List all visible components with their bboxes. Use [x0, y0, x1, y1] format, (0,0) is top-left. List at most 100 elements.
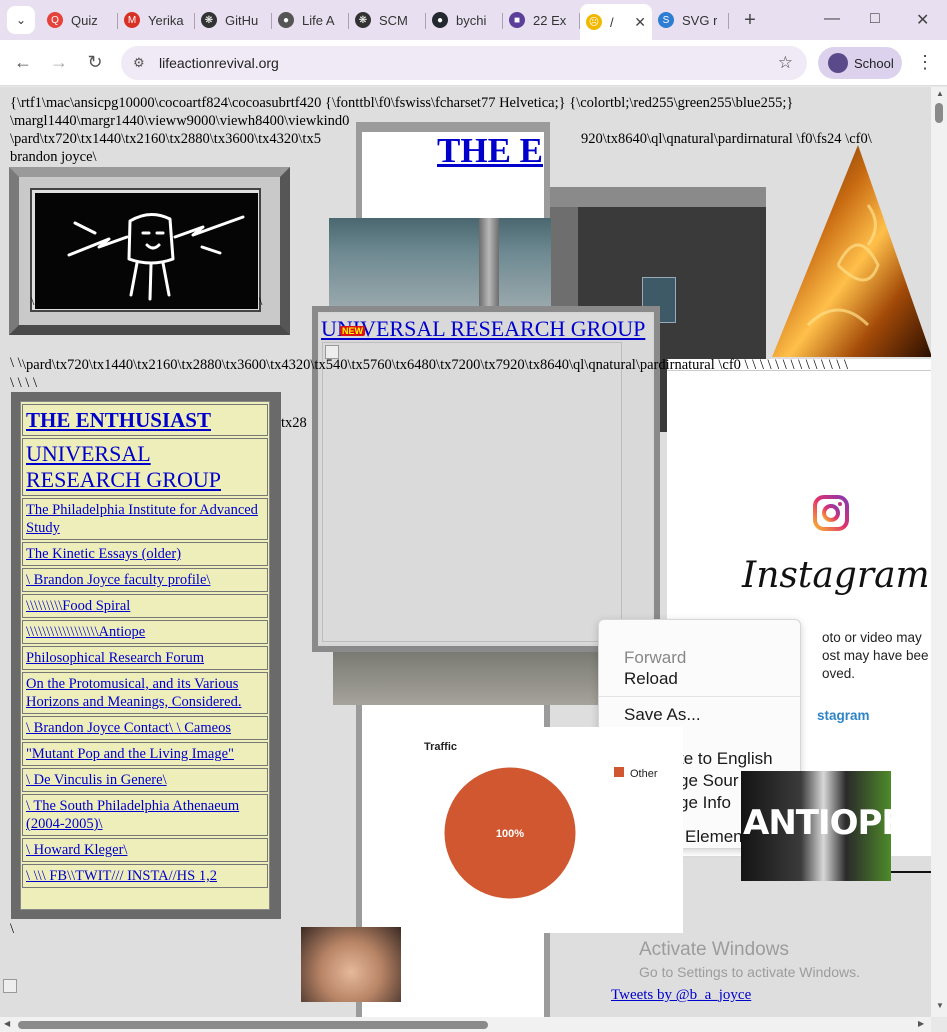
rtf-long-line: \pard\tx720\tx1440\tx2160\tx2880\tx3600\… [22, 357, 849, 373]
tab-6[interactable]: ■ 22 Ex [503, 4, 580, 36]
forward-button[interactable]: → [48, 52, 70, 73]
minimize-button[interactable]: — [824, 10, 840, 28]
tab-1[interactable]: M Yerika [118, 4, 195, 36]
menu-item-reload[interactable]: Reload [624, 669, 678, 689]
notice-line: ost may have bee [822, 648, 929, 663]
instagram-link[interactable]: stagram [817, 708, 870, 723]
nav-link[interactable]: "Mutant Pop and the Living Image" [26, 746, 234, 762]
menu-item-page-info[interactable]: ge Info [679, 793, 731, 813]
nav-cell: \\\\\\\\\Food Spiral [22, 594, 268, 618]
menu-item-view-source[interactable]: ge Sour [679, 771, 739, 791]
nav-link[interactable]: The Philadelphia Institute for Advanced … [26, 502, 258, 536]
nav-link[interactable]: Philosophical Research Forum [26, 650, 204, 666]
maximize-button[interactable]: □ [870, 10, 880, 28]
tab-search-button[interactable]: ⌄ [7, 6, 35, 34]
globe-icon: ● [278, 12, 294, 28]
menu-item-inspect[interactable]: Elemen [685, 827, 743, 847]
vertical-scroll-thumb[interactable] [935, 103, 943, 123]
nav-cell: THE ENTHUSIAST [22, 404, 268, 436]
nav-link[interactable]: \\\\\\\\\Food Spiral [26, 598, 130, 614]
github-icon: ● [432, 12, 448, 28]
tab-2[interactable]: ❋ GitHu [195, 4, 272, 36]
urg-title-link[interactable]: UNIVERSAL RESEARCH GROUP [321, 316, 645, 342]
tweets-link[interactable]: Tweets by @b_a_joyce [611, 987, 751, 1004]
tab-label: 22 Ex [533, 12, 567, 28]
arrow-left-icon: ← [14, 52, 32, 72]
new-tab-button[interactable]: + [735, 9, 765, 32]
nav-link[interactable]: \ De Vinculis in Genere\ [26, 772, 167, 788]
nav-link[interactable]: \ Howard Kleger\ [26, 842, 127, 858]
nav-link[interactable]: On the Protomusical, and its Various Hor… [26, 676, 241, 710]
close-tab-icon[interactable]: ✕ [634, 14, 646, 31]
scroll-right-arrow-icon[interactable]: ▶ [918, 1019, 924, 1028]
ocean-photo [329, 218, 551, 308]
tab-strip: ⌄ Q Quiz M Yerika ❋ GitHu ● Life A ❋ SCM ● bychi ■ 22… [0, 0, 947, 40]
enthusiast-heading-link[interactable]: THE E [437, 131, 543, 171]
tab-4[interactable]: ❋ SCM [349, 4, 426, 36]
nav-link[interactable]: \\\\\\\\\\\\\\\\\\Antiope [26, 624, 145, 640]
scroll-left-arrow-icon[interactable]: ◀ [4, 1019, 10, 1028]
robot-drawing-frame [9, 167, 290, 335]
rtf-line: {\rtf1\mac\ansicpg10000\cocoartf824\coco… [10, 95, 794, 111]
back-button[interactable]: ← [12, 52, 34, 73]
rtf-slash: \ [10, 921, 15, 937]
scroll-down-arrow-icon[interactable]: ▼ [936, 1001, 944, 1010]
notice-line: oved. [822, 666, 856, 681]
nav-link[interactable]: \ Brandon Joyce Contact\ \ Cameos [26, 720, 231, 736]
instagram-logo-icon[interactable] [813, 495, 849, 531]
reload-button[interactable]: ↻ [84, 52, 106, 73]
windows-watermark-title: Activate Windows [639, 939, 789, 960]
antiope-image: ANTIOPE [741, 771, 891, 881]
chatgpt-icon: ❋ [201, 12, 217, 28]
rtf-line: \pard\tx720\tx1440\tx2160\tx2880\tx3600\… [10, 131, 321, 147]
vertical-scrollbar[interactable]: ▲ ▼ [931, 87, 947, 1017]
nav-cell: Philosophical Research Forum [22, 646, 268, 670]
menu-item-forward[interactable]: Forward [624, 648, 686, 668]
horizontal-scroll-thumb[interactable] [18, 1021, 488, 1029]
gmail-icon: M [124, 12, 140, 28]
tab-label: / [610, 14, 614, 30]
url-text[interactable]: lifeactionrevival.org [159, 55, 279, 71]
nav-link[interactable]: THE ENTHUSIAST [26, 408, 211, 432]
tab-7[interactable]: ☹ / ✕ [580, 4, 652, 40]
tab-8[interactable]: S SVG r [652, 4, 729, 36]
rtf-slashes: \ \ [10, 355, 22, 371]
rtf-line: \margl1440\margr1440\vieww9000\viewh8400… [10, 113, 350, 129]
nav-link[interactable]: UNIVERSAL RESEARCH GROUP [26, 441, 221, 492]
new-badge: NEW [340, 326, 365, 336]
nav-link[interactable]: The Kinetic Essays (older) [26, 546, 181, 562]
nav-link[interactable]: \ Brandon Joyce faculty profile\ [26, 572, 210, 588]
more-menu-icon[interactable]: ⋮ [916, 52, 934, 73]
children-photo [301, 927, 401, 1002]
avatar [828, 53, 848, 73]
site-info-icon[interactable]: ⚙ [133, 55, 151, 71]
page-viewport: {\rtf1\mac\ansicpg10000\cocoartf824\coco… [0, 87, 931, 1017]
pie-chart: Other 100% [443, 766, 658, 900]
scroll-up-arrow-icon[interactable]: ▲ [936, 89, 944, 98]
profile-button[interactable]: School [818, 47, 902, 79]
fire-triangle-image [772, 145, 931, 357]
nav-link[interactable]: \ \\\ FB\\TWIT/// INSTA//HS 1,2 [26, 868, 217, 884]
close-window-button[interactable]: ✕ [916, 10, 929, 30]
address-bar[interactable]: ⚙ lifeactionrevival.org ☆ [121, 46, 807, 80]
tab-label: Life A [302, 12, 335, 28]
tab-0[interactable]: Q Quiz [41, 4, 118, 36]
horizontal-scrollbar[interactable]: ◀ ▶ [0, 1017, 931, 1032]
nav-cell: \ \\\ FB\\TWIT/// INSTA//HS 1,2 [22, 864, 268, 888]
menu-item-translate[interactable]: te to English [679, 749, 773, 769]
instagram-notice: oto or video may ost may have bee oved. [822, 629, 929, 683]
antiope-label: ANTIOPE [743, 803, 891, 843]
bookmark-star-icon[interactable]: ☆ [778, 53, 793, 73]
quizlet-icon: Q [47, 12, 63, 28]
nav-link[interactable]: \ The South Philadelphia Athenaeum (2004… [26, 798, 239, 832]
chatgpt-icon: ❋ [355, 12, 371, 28]
nav-cell: The Philadelphia Institute for Advanced … [22, 498, 268, 540]
nav-cell: \ De Vinculis in Genere\ [22, 768, 268, 792]
tab-5[interactable]: ● bychi [426, 4, 503, 36]
rtf-fragment: tx28 [281, 415, 307, 431]
tab-3[interactable]: ● Life A [272, 4, 349, 36]
nav-cell: \ Howard Kleger\ [22, 838, 268, 862]
tab-label: Yerika [148, 12, 184, 28]
menu-item-save-as[interactable]: Save As... [624, 705, 701, 725]
rtf-slashes: \ \ \ \ [10, 375, 37, 391]
